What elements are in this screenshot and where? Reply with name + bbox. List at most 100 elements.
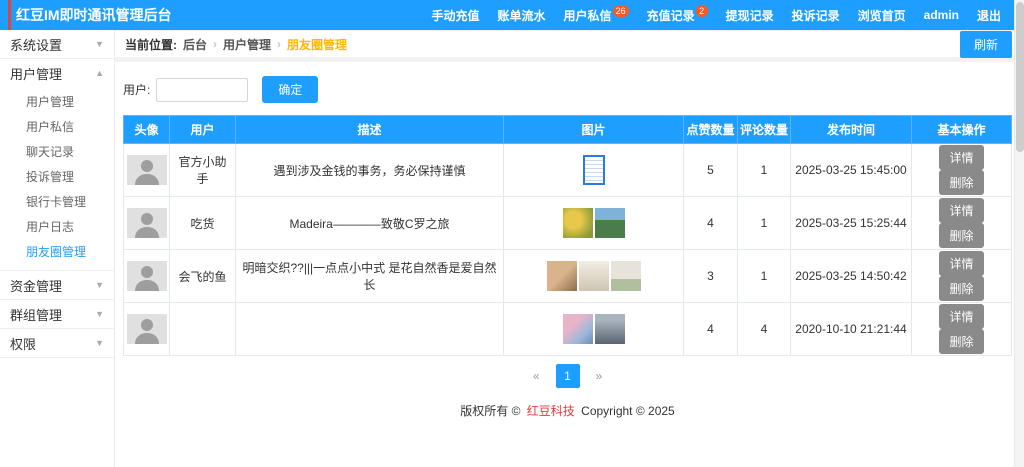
sidebar-item-label: 资金管理 [10,276,62,295]
topbar: 红豆IM即时通讯管理后台 手动充值 账单流水 用户私信26 充值记录2 提现记录… [0,0,1024,30]
menu-logout[interactable]: 退出 [968,7,1010,24]
sidebar-subitem-bankcard-management[interactable]: 银行卡管理 [0,189,114,214]
table-row: 会飞的鱼 明暗交织??|||一点点小中式 是花自然香是爱自然长 3 1 2025… [124,250,1012,303]
table-row: 4 4 2020-10-10 21:21:44 详情 删除 [124,303,1012,356]
user-filter-label: 用户: [123,81,150,98]
cell-publish-time: 2020-10-10 21:21:44 [791,303,912,356]
sidebar-item-label: 权限 [10,334,36,353]
detail-button[interactable]: 详情 [939,304,983,329]
refresh-button[interactable]: 刷新 [960,31,1012,58]
main-area: 当前位置: 后台 › 用户管理 › 朋友圈管理 刷新 用户: 确定 [115,30,1024,467]
user-management-submenu: 用户管理 用户私信 聊天记录 投诉管理 银行卡管理 用户日志 朋友圈管理 [0,87,114,270]
header-avatar: 头像 [124,116,170,144]
sidebar-item-label: 群组管理 [10,305,62,324]
menu-user-messages[interactable]: 用户私信26 [555,7,638,24]
chevron-down-icon: ▼ [95,39,104,49]
breadcrumb-item-user-management[interactable]: 用户管理 [223,36,271,53]
delete-button[interactable]: 删除 [939,329,983,354]
content: 用户: 确定 头像 用户 描述 图片 点赞数量 评论数量 [115,62,1024,429]
header-comments: 评论数量 [738,116,791,144]
post-image-thumbnail[interactable] [595,314,625,344]
menu-complaint-records[interactable]: 投诉记录 [783,7,849,24]
moments-table: 头像 用户 描述 图片 点赞数量 评论数量 发布时间 基本操作 官方小助手 [123,115,1012,356]
sidebar-subitem-user-logs[interactable]: 用户日志 [0,214,114,239]
prev-page-button[interactable]: « [524,364,548,388]
cell-user: 官方小助手 [170,144,236,197]
chevron-down-icon: ▼ [95,280,104,290]
scrollbar[interactable] [1014,0,1024,467]
sidebar-item-permissions[interactable]: 权限 ▼ [0,329,114,357]
post-image-thumbnail[interactable] [595,208,625,238]
post-image-thumbnail[interactable] [563,314,593,344]
detail-button[interactable]: 详情 [939,145,983,170]
avatar [127,155,167,185]
user-filter-input[interactable] [156,78,248,102]
detail-button[interactable]: 详情 [939,198,983,223]
sidebar-subitem-complaint-management[interactable]: 投诉管理 [0,164,114,189]
menu-bill-flow[interactable]: 账单流水 [489,7,555,24]
sidebar-subitem-user-messages[interactable]: 用户私信 [0,114,114,139]
page-number-button[interactable]: 1 [556,364,580,388]
menu-admin-user[interactable]: admin [915,8,968,22]
cell-publish-time: 2025-03-25 15:25:44 [791,197,912,250]
breadcrumb-item-moments-management: 朋友圈管理 [287,36,347,53]
breadcrumb-separator: › [213,37,217,51]
cell-description [236,303,504,356]
cell-user: 会飞的鱼 [170,250,236,303]
sidebar-subitem-moments-management[interactable]: 朋友圈管理 [0,239,114,264]
sidebar-subitem-user-management[interactable]: 用户管理 [0,89,114,114]
sidebar-item-group-management[interactable]: 群组管理 ▼ [0,300,114,328]
post-image-thumbnail[interactable] [583,155,605,185]
sidebar-item-funds-management[interactable]: 资金管理 ▼ [0,271,114,299]
app-title: 红豆IM即时通讯管理后台 [16,5,172,25]
header-user: 用户 [170,116,236,144]
header-publish-time: 发布时间 [791,116,912,144]
post-image-thumbnail[interactable] [563,208,593,238]
breadcrumb: 当前位置: 后台 › 用户管理 › 朋友圈管理 刷新 [115,30,1024,62]
table-row: 官方小助手 遇到涉及金钱的事务，务必保持谨慎 5 1 2025-03-25 15… [124,144,1012,197]
sidebar-subitem-chat-records[interactable]: 聊天记录 [0,139,114,164]
confirm-button[interactable]: 确定 [262,76,318,103]
avatar [127,208,167,238]
header-description: 描述 [236,116,504,144]
header-likes: 点赞数量 [684,116,738,144]
footer-company-link[interactable]: 红豆科技 [527,404,575,418]
recharge-records-badge: 2 [696,5,708,17]
delete-button[interactable]: 删除 [939,223,983,248]
cell-comments: 1 [738,144,791,197]
detail-button[interactable]: 详情 [939,251,983,276]
header-operations: 基本操作 [912,116,1012,144]
menu-user-messages-label: 用户私信 [564,9,612,23]
menu-recharge-records[interactable]: 充值记录2 [638,7,717,24]
cell-comments: 4 [738,303,791,356]
avatar [127,261,167,291]
post-image-thumbnail[interactable] [579,261,609,291]
delete-button[interactable]: 删除 [939,276,983,301]
filter-row: 用户: 确定 [123,76,1012,103]
logo-accent [8,0,11,30]
cell-user: 吃货 [170,197,236,250]
cell-images [504,197,684,250]
cell-user [170,303,236,356]
user-messages-badge: 26 [613,5,629,17]
menu-recharge-records-label: 充值记录 [647,9,695,23]
breadcrumb-item-backend[interactable]: 后台 [183,36,207,53]
sidebar-item-system-settings[interactable]: 系统设置 ▼ [0,30,114,58]
menu-manual-recharge[interactable]: 手动充值 [423,7,489,24]
delete-button[interactable]: 删除 [939,170,983,195]
breadcrumb-prefix: 当前位置: [125,36,177,53]
scrollbar-thumb[interactable] [1016,2,1024,152]
cell-operations: 详情 删除 [912,250,1012,303]
chevron-up-icon: ▲ [95,68,104,78]
menu-browse-home[interactable]: 浏览首页 [849,7,915,24]
next-page-button[interactable]: » [587,364,611,388]
cell-operations: 详情 删除 [912,303,1012,356]
post-image-thumbnail[interactable] [547,261,577,291]
menu-withdraw-records[interactable]: 提现记录 [717,7,783,24]
post-image-thumbnail[interactable] [611,261,641,291]
sidebar-item-label: 系统设置 [10,35,62,54]
avatar [127,314,167,344]
cell-images [504,303,684,356]
cell-publish-time: 2025-03-25 15:45:00 [791,144,912,197]
sidebar-item-user-management[interactable]: 用户管理 ▲ [0,59,114,87]
